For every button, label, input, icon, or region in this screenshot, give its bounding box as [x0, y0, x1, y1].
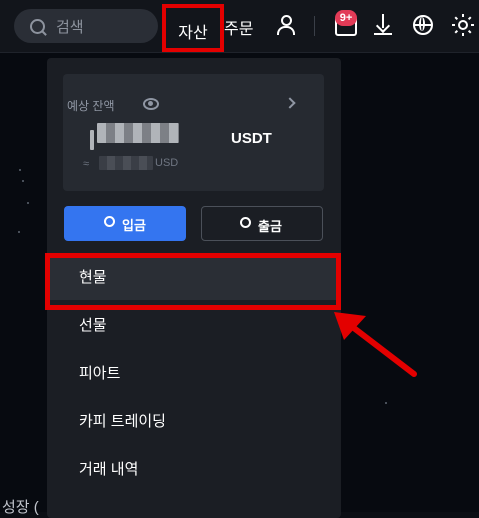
divider [314, 16, 315, 36]
red-arrow-icon [334, 312, 417, 377]
withdraw-button[interactable]: 출금 [201, 206, 323, 241]
sun-icon[interactable] [452, 14, 474, 36]
eye-icon[interactable] [143, 98, 159, 110]
user-icon[interactable] [275, 15, 295, 35]
deposit-label: 입금 [122, 218, 146, 233]
search-box[interactable] [14, 9, 158, 43]
star [22, 180, 24, 182]
usd-currency: USD [155, 157, 179, 169]
menu-item-futures[interactable]: 선물 [47, 304, 341, 348]
withdraw-icon [240, 217, 251, 228]
nav-orders[interactable]: 주문 [224, 15, 253, 39]
download-icon[interactable] [373, 14, 393, 36]
estimated-balance-label: 예상 잔액 [67, 99, 115, 113]
top-navigation-bar: 자산 주문 9+ [0, 0, 479, 53]
star [18, 231, 20, 233]
nav-assets[interactable]: 자산 [162, 4, 224, 52]
masked-balance [90, 130, 94, 150]
nav-assets-label: 자산 [178, 25, 208, 42]
deposit-button[interactable]: 입금 [64, 206, 186, 241]
star [19, 169, 21, 171]
menu-item-copy-trading[interactable]: 카피 트레이딩 [47, 400, 341, 444]
masked-balance [97, 123, 179, 143]
star [27, 202, 29, 204]
menu-item-trade-history[interactable]: 거래 내역 [47, 448, 341, 492]
search-icon [30, 19, 45, 34]
background-partial-text: 성장 ( [2, 499, 39, 516]
search-input[interactable] [54, 15, 152, 39]
globe-icon[interactable] [413, 15, 433, 35]
notification-badge: 9+ [335, 10, 357, 26]
masked-usd-value [99, 156, 153, 170]
deposit-icon [104, 216, 115, 227]
approx-symbol: ≈ [83, 158, 90, 170]
menu-item-fiat[interactable]: 피아트 [47, 352, 341, 396]
highlight-box [45, 253, 341, 310]
star [385, 402, 387, 404]
balance-currency: USDT [231, 130, 272, 147]
withdraw-label: 출금 [258, 219, 282, 234]
